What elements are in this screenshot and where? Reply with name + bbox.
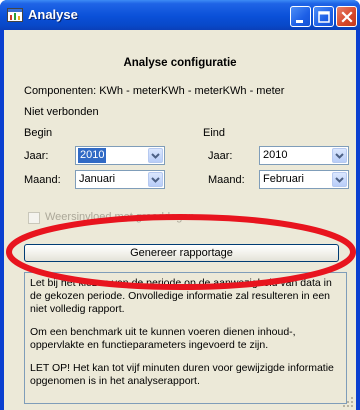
info-paragraph-warning: LET OP! Het kan tot vijf minuten duren v…	[30, 362, 334, 387]
end-year-label: Jaar:	[208, 150, 233, 162]
dropdown-arrow-icon[interactable]	[332, 148, 347, 163]
begin-year-select[interactable]: 2010	[75, 146, 165, 165]
end-month-label: Maand:	[208, 174, 245, 186]
analyse-window: Analyse Analyse configuratie Componenten…	[0, 0, 360, 410]
begin-month-label: Maand:	[24, 174, 61, 186]
connection-status: Niet verbonden	[24, 106, 99, 118]
close-icon	[341, 11, 353, 23]
end-label: Eind	[203, 127, 226, 139]
app-icon	[7, 8, 23, 22]
begin-year-value: 2010	[78, 148, 107, 163]
dropdown-arrow-icon[interactable]	[148, 148, 163, 163]
begin-label: Begin	[24, 127, 53, 139]
client-area: Analyse configuratie Componenten: KWh - …	[4, 30, 356, 410]
end-year-value: 2010	[263, 149, 288, 161]
begin-month-value: Januari	[79, 173, 116, 185]
minimize-icon	[296, 20, 303, 23]
info-textbox[interactable]: Let bij het kiezen van de periode op de …	[24, 272, 347, 404]
close-button[interactable]	[336, 6, 357, 27]
dropdown-arrow-icon[interactable]	[148, 172, 163, 187]
resize-grip-icon[interactable]	[342, 396, 354, 408]
end-month-value: Februari	[263, 173, 304, 185]
dropdown-arrow-icon[interactable]	[332, 172, 347, 187]
info-paragraph-benchmark: Om een benchmark uit te kunnen voeren di…	[30, 326, 296, 351]
end-year-select[interactable]: 2010	[259, 146, 349, 165]
page-title: Analyse configuratie	[123, 57, 237, 69]
info-paragraph-period: Let bij het kiezen van de periode op de …	[30, 277, 332, 315]
end-month-select[interactable]: Februari	[259, 170, 349, 189]
window-title: Analyse	[28, 7, 78, 22]
maximize-icon	[318, 11, 330, 23]
maximize-button[interactable]	[313, 6, 334, 27]
title-bar[interactable]: Analyse	[0, 0, 360, 30]
weather-checkbox[interactable]	[28, 212, 40, 224]
components-label: Componenten: KWh - meterKWh - meterKWh -…	[24, 85, 285, 97]
begin-month-select[interactable]: Januari	[75, 170, 165, 189]
begin-year-label: Jaar:	[24, 150, 49, 162]
weather-checkbox-label: Weersinvloed met graaddagen	[45, 211, 195, 223]
generate-report-button[interactable]: Genereer rapportage	[24, 244, 339, 262]
minimize-button[interactable]	[290, 6, 311, 27]
